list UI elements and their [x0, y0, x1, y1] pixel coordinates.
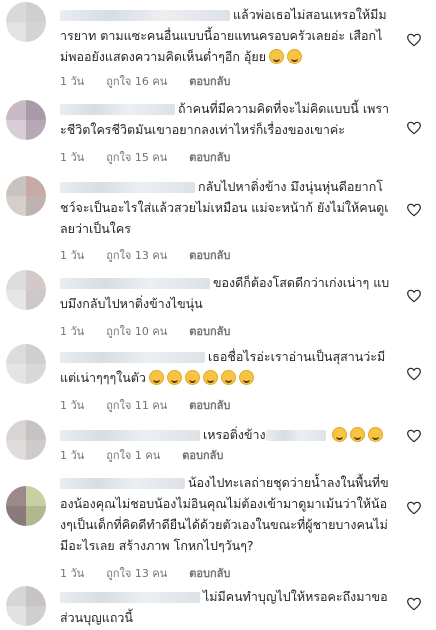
heart-outline-icon[interactable] — [406, 120, 422, 136]
comment-time: 1 วัน — [60, 449, 85, 462]
grinning-sweat-emoji — [184, 370, 200, 385]
like-count[interactable]: ถูกใจ 13 คน — [106, 246, 167, 264]
heart-outline-icon[interactable] — [406, 500, 422, 516]
avatar[interactable] — [6, 176, 46, 216]
comment-item: เหรอติ่งข้าง 1 วัน ถูกใจ 1 คน ตอบกลับ — [0, 420, 436, 468]
grinning-sweat-emoji — [202, 370, 218, 385]
heart-outline-icon[interactable] — [406, 366, 422, 382]
username-redacted[interactable] — [60, 10, 230, 21]
reply-button[interactable]: ตอบกลับ — [189, 564, 230, 582]
like-count[interactable]: ถูกใจ 10 คน — [106, 322, 167, 340]
grinning-sweat-emoji — [367, 427, 383, 442]
comment-text: กลับไปหาติ่งข้าง มึงนุ่นหุ่นดีอยากโชว์จะ… — [60, 179, 389, 236]
username-redacted[interactable] — [60, 352, 205, 363]
comment-text: เหรอติ่งข้าง — [60, 424, 390, 445]
heart-outline-icon[interactable] — [406, 202, 422, 218]
avatar[interactable] — [6, 344, 46, 384]
avatar[interactable] — [6, 586, 46, 626]
comment-meta: 1 วัน ถูกใจ 11 คน ตอบกลับ — [60, 396, 230, 414]
comment-text: ไม่มีคนทำบุญไปให้หรอคะถึงมาขอส่วนบุญแถวน… — [60, 589, 388, 625]
comment-text: ของดีก็ต้องโสดดีกว่าเก่งเน่าๆ แบบมึงกลับ… — [60, 275, 390, 311]
comment-list: แล้วพ่อเธอไม่สอนเหรอให้มีมารยาท ตามแซะคน… — [0, 0, 436, 630]
grinning-sweat-emoji — [349, 427, 365, 442]
emoji-group — [329, 427, 383, 442]
avatar[interactable] — [6, 2, 46, 42]
mention-redacted — [265, 430, 326, 441]
comment-text: เธอชื่อไรอ่ะเราอ่านเป็นสุสานว่ะมีแต่เน่า… — [60, 349, 386, 385]
comment-time: 1 วัน — [60, 75, 85, 88]
username-redacted[interactable] — [60, 104, 175, 115]
grinning-sweat-emoji — [287, 49, 303, 64]
comment-meta: 1 วัน ถูกใจ 16 คน ตอบกลับ — [60, 72, 230, 90]
reply-button[interactable]: ตอบกลับ — [189, 396, 230, 414]
grinning-sweat-emoji — [148, 370, 164, 385]
comment-time: 1 วัน — [60, 151, 85, 164]
comment-item: แล้วพ่อเธอไม่สอนเหรอให้มีมารยาท ตามแซะคน… — [0, 0, 436, 94]
grinning-sweat-emoji — [166, 370, 182, 385]
username-redacted[interactable] — [60, 430, 200, 441]
heart-outline-icon[interactable] — [406, 288, 422, 304]
comment-meta: 1 วัน ถูกใจ 1 คน ตอบกลับ — [60, 446, 223, 464]
comment-item: ถ้าคนที่มีความคิดที่จะไม่คิดแบบนี้ เพราะ… — [0, 94, 436, 170]
comment-time: 1 วัน — [60, 567, 85, 580]
comment-meta: 1 วัน ถูกใจ 10 คน ตอบกลับ — [60, 322, 230, 340]
reply-button[interactable]: ตอบกลับ — [189, 148, 230, 166]
reply-button[interactable]: ตอบกลับ — [189, 322, 230, 340]
username-redacted[interactable] — [60, 182, 195, 193]
like-count[interactable]: ถูกใจ 11 คน — [106, 396, 167, 414]
comment-time: 1 วัน — [60, 249, 85, 262]
avatar[interactable] — [6, 270, 46, 310]
heart-outline-icon[interactable] — [406, 32, 422, 48]
grinning-sweat-emoji — [269, 49, 285, 64]
username-redacted[interactable] — [60, 592, 200, 603]
comment-item: ของดีก็ต้องโสดดีกว่าเก่งเน่าๆ แบบมึงกลับ… — [0, 266, 436, 344]
emoji-group — [146, 370, 254, 385]
comment-time: 1 วัน — [60, 325, 85, 338]
like-count[interactable]: ถูกใจ 1 คน — [106, 446, 160, 464]
comment-item: เธอชื่อไรอ่ะเราอ่านเป็นสุสานว่ะมีแต่เน่า… — [0, 344, 436, 420]
avatar[interactable] — [6, 420, 46, 460]
grinning-sweat-emoji — [220, 370, 236, 385]
emoji-group — [266, 49, 303, 64]
comment-item: น้องไปทะเลถ่ายชุดว่ายน้ำลงในพื้นที่ของน้… — [0, 468, 436, 582]
comment-text: แล้วพ่อเธอไม่สอนเหรอให้มีมารยาท ตามแซะคน… — [60, 7, 387, 64]
avatar[interactable] — [6, 486, 46, 526]
comment-meta: 1 วัน ถูกใจ 13 คน ตอบกลับ — [60, 246, 230, 264]
like-count[interactable]: ถูกใจ 16 คน — [106, 72, 167, 90]
comment-time: 1 วัน — [60, 399, 85, 412]
reply-button[interactable]: ตอบกลับ — [189, 246, 230, 264]
username-redacted[interactable] — [60, 478, 185, 489]
comment-meta: 1 วัน ถูกใจ 13 คน ตอบกลับ — [60, 564, 230, 582]
comment-item: ไม่มีคนทำบุญไปให้หรอคะถึงมาขอส่วนบุญแถวน… — [0, 582, 436, 630]
heart-outline-icon[interactable] — [406, 428, 422, 444]
avatar[interactable] — [6, 100, 46, 140]
like-count[interactable]: ถูกใจ 13 คน — [106, 564, 167, 582]
grinning-sweat-emoji — [238, 370, 254, 385]
comment-text: น้องไปทะเลถ่ายชุดว่ายน้ำลงในพื้นที่ของน้… — [60, 475, 389, 553]
heart-outline-icon[interactable] — [406, 596, 422, 612]
comment-meta: 1 วัน ถูกใจ 15 คน ตอบกลับ — [60, 148, 230, 166]
username-redacted[interactable] — [60, 278, 210, 289]
grinning-sweat-emoji — [331, 427, 347, 442]
like-count[interactable]: ถูกใจ 15 คน — [106, 148, 167, 166]
reply-button[interactable]: ตอบกลับ — [189, 72, 230, 90]
reply-button[interactable]: ตอบกลับ — [182, 446, 223, 464]
comment-text: ถ้าคนที่มีความคิดที่จะไม่คิดแบบนี้ เพราะ… — [60, 101, 390, 137]
comment-item: กลับไปหาติ่งข้าง มึงนุ่นหุ่นดีอยากโชว์จะ… — [0, 170, 436, 266]
